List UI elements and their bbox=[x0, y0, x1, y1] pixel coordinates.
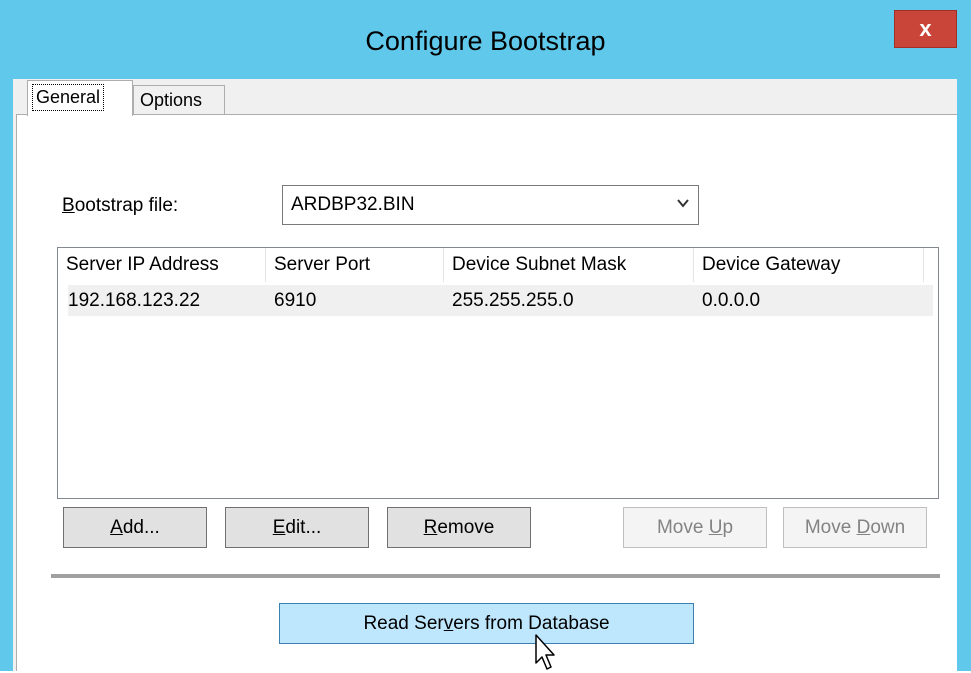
column-header-subnet-mask[interactable]: Device Subnet Mask bbox=[444, 248, 694, 282]
server-list[interactable]: Server IP Address Server Port Device Sub… bbox=[57, 247, 939, 499]
title-bar: Configure Bootstrap x bbox=[0, 0, 971, 79]
bootstrap-file-select[interactable]: ARDBP32.BIN bbox=[282, 185, 699, 225]
read-servers-from-database-button[interactable]: Read Ser v ers from Database bbox=[279, 603, 694, 644]
tab-general[interactable]: General bbox=[27, 80, 133, 116]
close-button[interactable]: x bbox=[894, 10, 957, 48]
configure-bootstrap-dialog: Configure Bootstrap x General Options Bo… bbox=[0, 0, 971, 671]
remove-button[interactable]: Remove bbox=[387, 507, 531, 548]
separator-line bbox=[51, 574, 940, 579]
cell-subnet-mask: 255.255.255.0 bbox=[452, 290, 574, 311]
move-up-button[interactable]: Move Up bbox=[623, 507, 767, 548]
server-list-header: Server IP Address Server Port Device Sub… bbox=[58, 248, 938, 282]
chevron-down-icon bbox=[677, 199, 689, 208]
cell-server-ip: 192.168.123.22 bbox=[68, 290, 201, 311]
add-button[interactable]: Add... bbox=[63, 507, 207, 548]
table-row[interactable]: 192.168.123.22 6910 255.255.255.0 0.0.0.… bbox=[68, 285, 933, 316]
dialog-client-area: General Options Bootstrap file: ARDBP32.… bbox=[13, 79, 957, 671]
column-header-gateway[interactable]: Device Gateway bbox=[694, 248, 924, 282]
move-down-button[interactable]: Move Down bbox=[783, 507, 927, 548]
column-header-server-ip[interactable]: Server IP Address bbox=[58, 248, 266, 282]
tab-options-label: Options bbox=[140, 90, 203, 110]
cell-server-port: 6910 bbox=[274, 290, 317, 311]
edit-button[interactable]: Edit... bbox=[225, 507, 369, 548]
close-icon: x bbox=[919, 16, 932, 41]
mouse-pointer-icon bbox=[535, 634, 555, 670]
bootstrap-file-value: ARDBP32.BIN bbox=[291, 194, 415, 215]
tab-options[interactable]: Options bbox=[133, 85, 225, 115]
general-tab-panel: Bootstrap file: ARDBP32.BIN Server IP Ad… bbox=[16, 114, 957, 671]
window-title: Configure Bootstrap bbox=[365, 26, 606, 56]
column-header-server-port[interactable]: Server Port bbox=[266, 248, 444, 282]
tab-general-label: General bbox=[32, 84, 105, 111]
tab-strip: General Options bbox=[13, 79, 957, 116]
cell-gateway: 0.0.0.0 bbox=[702, 290, 761, 311]
bootstrap-file-label: Bootstrap file: bbox=[62, 195, 179, 216]
